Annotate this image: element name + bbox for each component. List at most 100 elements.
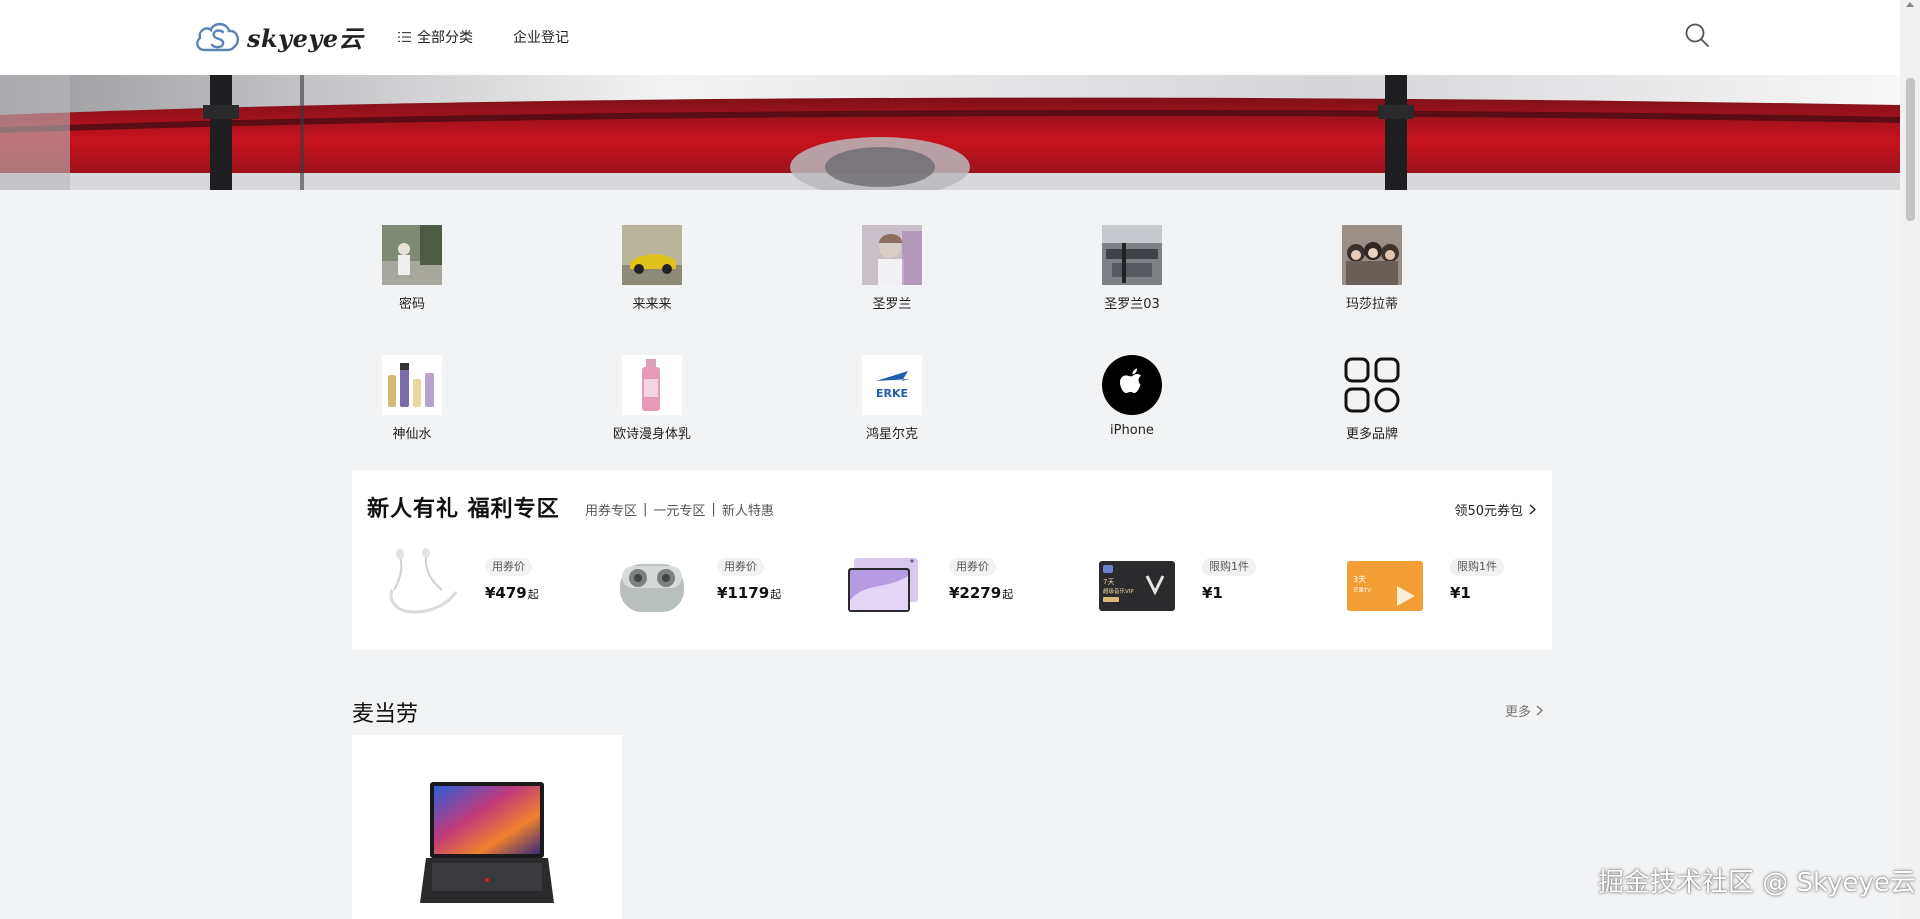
mango-card-label: 芒果TV [1353, 586, 1371, 594]
deal-image: 3天 芒果TV [1345, 546, 1425, 626]
promo-sublink[interactable]: 用券专区 [585, 500, 637, 519]
promo-title: 新人有礼 福利专区 [367, 497, 560, 522]
deal-image [612, 546, 692, 626]
deal-item[interactable]: 3天 芒果TV 限购1件 ¥1 [1345, 546, 1565, 626]
welfare-panel: 新人有礼 福利专区 用券专区 | 一元专区 | 新人特惠 领50元券包 用券价 … [352, 470, 1552, 650]
nav-label: 全部分类 [417, 30, 473, 46]
brand-thumbnail [382, 225, 442, 285]
brand-name: 圣罗兰 [872, 297, 912, 312]
hero-banner[interactable] [0, 75, 1900, 190]
promo-sublinks: 用券专区 | 一元专区 | 新人特惠 [585, 500, 774, 519]
brand-item[interactable]: ERKE 鸿星尔克 [832, 355, 952, 442]
laptop-image [420, 782, 554, 903]
brand-item[interactable]: 密码 [352, 225, 472, 312]
promo-separator: | [643, 502, 648, 517]
deal-image: 7天 超级音乐VIP [1097, 546, 1177, 626]
logo[interactable]: skyeye云 [193, 15, 363, 57]
brand-item[interactable]: 更多品牌 [1312, 355, 1432, 442]
brand-name: 神仙水 [392, 427, 432, 442]
brand-thumbnail [862, 225, 922, 285]
price-suffix: 起 [770, 588, 782, 601]
cloud-logo-icon [196, 22, 240, 52]
brand-thumbnail [382, 355, 442, 415]
brand-thumbnail [1342, 355, 1402, 415]
brand-item[interactable]: 玛莎拉蒂 [1312, 225, 1432, 312]
price-value: ¥479 [485, 584, 527, 602]
nav-all-categories[interactable]: 全部分类 [398, 27, 473, 47]
deal-tag: 用券价 [485, 558, 532, 576]
brand-name: 圣罗兰03 [1104, 297, 1160, 312]
list-icon [398, 32, 411, 42]
promo-sublink[interactable]: 一元专区 [653, 500, 705, 519]
chevron-right-icon [1529, 504, 1536, 515]
price-value: ¥1179 [717, 584, 770, 602]
logo-text: skyeye云 [247, 23, 364, 53]
brand-grid: 密码 来来来 圣罗兰 圣罗兰03 玛莎拉蒂 神仙水 欧诗漫身体乳 ERKE 鸿星… [352, 225, 1552, 450]
price-suffix: 起 [527, 588, 539, 601]
price-value: ¥1 [1450, 584, 1471, 602]
brand-name: 鸿星尔克 [865, 427, 918, 442]
apple-logo-icon [1102, 355, 1162, 415]
section-title: 麦当劳 [352, 702, 419, 727]
promo-separator: | [711, 502, 716, 517]
brand-name: iPhone [1110, 423, 1154, 438]
brand-thumbnail [622, 355, 682, 415]
brand-thumbnail [1342, 225, 1402, 285]
deal-image [844, 546, 924, 626]
brand-thumbnail [1102, 225, 1162, 285]
deal-tag: 限购1件 [1450, 558, 1504, 576]
deal-tag: 用券价 [949, 558, 996, 576]
brand-item[interactable]: 来来来 [592, 225, 712, 312]
section-more-link[interactable]: 更多 [1505, 701, 1544, 720]
brand-thumbnail [622, 225, 682, 285]
brand-item[interactable]: 圣罗兰03 [1072, 225, 1192, 312]
page-scrollbar[interactable] [1900, 0, 1920, 919]
brand-name: 来来来 [632, 297, 672, 312]
nav-label: 企业登记 [513, 30, 569, 46]
promo-sublink[interactable]: 新人特惠 [722, 500, 774, 519]
deal-item[interactable]: 用券价 ¥479起 [380, 546, 600, 626]
deal-item[interactable]: 用券价 ¥2279起 [844, 546, 1064, 626]
brand-thumbnail: ERKE [862, 355, 922, 415]
deal-price: ¥1 [1450, 584, 1471, 602]
chevron-right-icon [1536, 705, 1544, 716]
price-value: ¥1 [1202, 584, 1223, 602]
deal-price: ¥1179起 [717, 584, 781, 602]
nav-enterprise-register[interactable]: 企业登记 [513, 27, 569, 47]
deal-tag: 用券价 [717, 558, 764, 576]
brand-item[interactable]: 圣罗兰 [832, 225, 952, 312]
mango-card-days: 3天 [1353, 575, 1366, 584]
brand-name: 密码 [398, 297, 425, 312]
price-suffix: 起 [1002, 588, 1014, 601]
deal-price: ¥2279起 [949, 584, 1013, 602]
search-icon[interactable] [1684, 22, 1710, 48]
product-card[interactable] [352, 735, 622, 919]
erke-logo-text: ERKE [876, 387, 908, 400]
deal-price: ¥479起 [485, 584, 539, 602]
brand-thumbnail [1102, 355, 1162, 415]
vip-card-label: 超级音乐VIP [1103, 587, 1134, 595]
brand-item[interactable]: 神仙水 [352, 355, 472, 442]
deal-item[interactable]: 7天 超级音乐VIP 限购1件 ¥1 [1097, 546, 1317, 626]
deal-price: ¥1 [1202, 584, 1223, 602]
brand-name: 玛莎拉蒂 [1345, 297, 1398, 312]
scroll-up-arrow-icon[interactable] [1906, 2, 1914, 7]
watermark: 掘金技术社区 @ Skyeye云 [1598, 868, 1916, 898]
section-more-label: 更多 [1505, 705, 1532, 720]
coupon-pack-link[interactable]: 领50元券包 [1454, 500, 1536, 519]
deal-image [380, 546, 460, 626]
price-value: ¥2279 [949, 584, 1002, 602]
brand-name: 欧诗漫身体乳 [612, 427, 691, 442]
grid-apps-icon [1344, 357, 1400, 413]
banner-image [0, 75, 1900, 190]
top-header: skyeye云 全部分类 企业登记 [0, 0, 1900, 75]
brand-item[interactable]: 欧诗漫身体乳 [592, 355, 712, 442]
coupon-pack-label: 领50元券包 [1454, 504, 1523, 519]
brand-item[interactable]: iPhone [1072, 355, 1192, 438]
scroll-thumb[interactable] [1906, 78, 1915, 221]
deal-item[interactable]: 用券价 ¥1179起 [612, 546, 832, 626]
vip-card-days: 7天 [1103, 578, 1114, 586]
brand-name: 更多品牌 [1345, 427, 1398, 442]
deal-tag: 限购1件 [1202, 558, 1256, 576]
main-nav: 全部分类 企业登记 [398, 27, 569, 47]
